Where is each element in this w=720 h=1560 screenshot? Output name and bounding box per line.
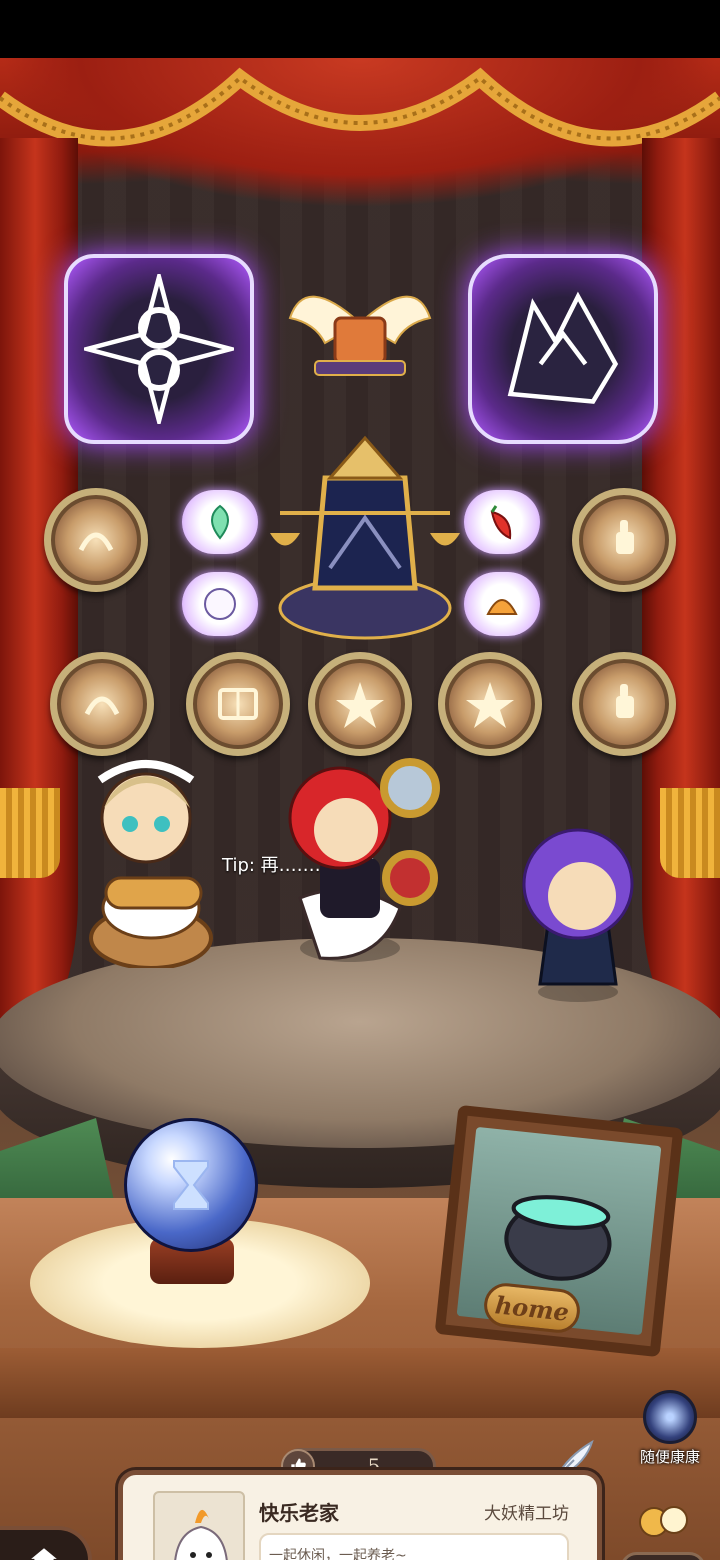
- pearl-cloud-badge[interactable]: [182, 572, 258, 636]
- friends-button[interactable]: 好友: [620, 1506, 716, 1560]
- thumbs-up-icon: [616, 520, 634, 554]
- wolf-spirit-icon: [507, 291, 619, 404]
- friends-label: 好友: [620, 1552, 706, 1560]
- book-icon: [218, 688, 258, 720]
- character-red-hair[interactable]: [260, 748, 440, 978]
- shop-title: 大妖精工坊: [484, 1504, 569, 1524]
- crystal-ball-button[interactable]: [124, 1118, 258, 1252]
- star-icon: [336, 682, 384, 728]
- random-visit-label: 随便康康: [639, 1448, 700, 1466]
- character-maid[interactable]: [86, 738, 216, 968]
- lantern-scales-badge[interactable]: [270, 418, 460, 648]
- compass-star-icon: [84, 274, 234, 424]
- locked-medal-5[interactable]: [308, 652, 412, 756]
- shell-cloud-badge[interactable]: [464, 572, 540, 636]
- thumbs-up-icon: [616, 684, 634, 718]
- wreath-icon: [84, 696, 120, 716]
- curtain-tassel-right: [660, 788, 720, 878]
- locked-medal-1[interactable]: [44, 488, 148, 592]
- leaf-cloud-badge[interactable]: [182, 490, 258, 554]
- locked-medal-7[interactable]: [572, 652, 676, 756]
- random-visit-button[interactable]: 随便康康: [632, 1390, 708, 1467]
- character-purple-hair[interactable]: [498, 814, 648, 1004]
- compass-star-badge[interactable]: [64, 254, 254, 444]
- portal-icon: [643, 1390, 697, 1444]
- house-icon: [31, 1548, 57, 1560]
- winged-chest-icon: [288, 295, 432, 376]
- motto-field[interactable]: 一起休闲，一起养老~: [259, 1533, 569, 1560]
- wreath-icon: [78, 532, 114, 552]
- lantern-scales-icon: [270, 435, 460, 640]
- leaf-icon: [211, 504, 229, 540]
- locked-medal-6[interactable]: [438, 652, 542, 756]
- hourglass-icon: [173, 1160, 209, 1210]
- status-bar: [0, 0, 720, 58]
- locked-medal-2[interactable]: [572, 488, 676, 592]
- pearl-icon: [204, 588, 236, 620]
- winged-chest-badge[interactable]: [285, 263, 435, 393]
- chili-cloud-badge[interactable]: [464, 490, 540, 554]
- curtain-fringe: [0, 67, 720, 147]
- avatar[interactable]: ID:1029889: [153, 1491, 245, 1560]
- curtain-tassel-left: [0, 788, 60, 878]
- game-stage: Tip: 再…………哦! home 随便康康 5 快乐老家 大妖精工坊 一起休闲…: [0, 58, 720, 1560]
- friends-icon: [639, 1506, 688, 1537]
- shop-name: 快乐老家: [259, 1501, 339, 1525]
- profile-card: ID:1029889 快乐老家 大妖精工坊 一起休闲，一起养老~: [118, 1470, 602, 1560]
- wolf-spirit-badge[interactable]: [468, 254, 658, 444]
- ghost-avatar-icon: [174, 1509, 228, 1560]
- floor-edge: [0, 1348, 720, 1418]
- star-icon: [466, 682, 514, 728]
- chili-icon: [490, 505, 512, 540]
- shell-icon: [486, 599, 518, 615]
